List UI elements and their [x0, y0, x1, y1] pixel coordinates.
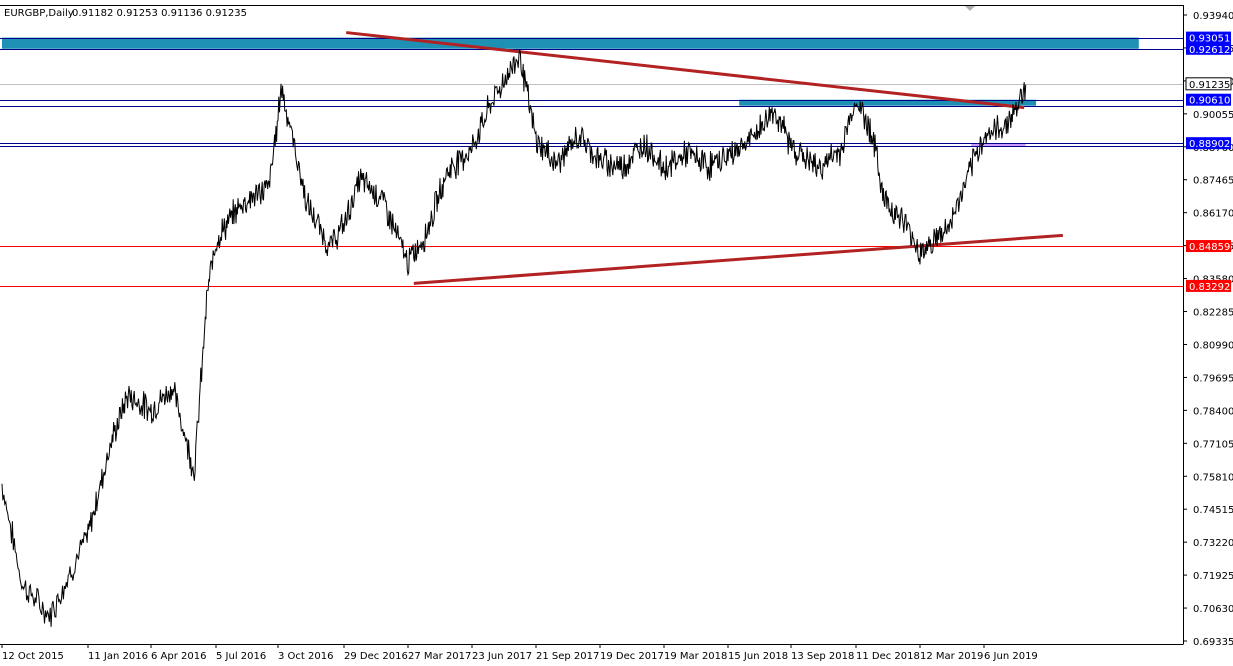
price-tag-7: 0.83292 [1189, 282, 1230, 293]
ohlc-values: 0.91182 0.91253 0.91136 0.91235 [72, 8, 247, 19]
y-tick-label: 0.79695 [1193, 373, 1233, 384]
x-tick-label: 6 Jun 2019 [984, 651, 1038, 662]
x-tick-label: 21 Sep 2017 [536, 651, 599, 662]
x-tick-label: 3 Oct 2016 [278, 651, 333, 662]
current-price-tag: 0.91235 [1189, 80, 1230, 91]
x-tick-label: 27 Mar 2017 [408, 651, 471, 662]
y-tick-label: 0.93940 [1193, 11, 1233, 22]
price-tag-1: 0.92612 [1189, 45, 1230, 56]
x-tick-label: 6 Apr 2016 [151, 651, 206, 662]
x-tick-label: 12 Oct 2015 [2, 651, 64, 662]
y-tick-label: 0.82285 [1193, 308, 1233, 319]
y-tick-label: 0.74515 [1193, 505, 1233, 516]
price-tag-2: 0.90610 [1189, 96, 1230, 107]
x-tick-label: 19 Mar 2018 [664, 651, 727, 662]
y-tick-label: 0.71925 [1193, 571, 1233, 582]
plot-background [0, 0, 1233, 666]
y-tick-label: 0.70630 [1193, 604, 1233, 615]
x-tick-label: 15 Jun 2018 [728, 651, 788, 662]
y-tick-label: 0.86170 [1193, 209, 1233, 220]
y-tick-label: 0.87465 [1193, 176, 1233, 187]
y-tick-label: 0.78400 [1193, 406, 1233, 417]
symbol-label: EURGBP,Daily [4, 8, 74, 19]
chart-canvas: 0.939400.926450.913500.900550.887600.874… [0, 0, 1233, 666]
x-tick-label: 19 Dec 2017 [600, 651, 664, 662]
y-tick-label: 0.80990 [1193, 340, 1233, 351]
x-tick-label: 5 Jul 2016 [216, 651, 266, 662]
x-tick-label: 29 Dec 2016 [344, 651, 408, 662]
x-tick-label: 13 Sep 2018 [791, 651, 854, 662]
x-tick-label: 23 Jun 2017 [472, 651, 532, 662]
price-tag-6: 0.84859 [1189, 242, 1230, 253]
x-tick-label: 12 Mar 2019 [920, 651, 983, 662]
y-tick-label: 0.77105 [1193, 439, 1233, 450]
x-tick-label: 11 Dec 2018 [856, 651, 920, 662]
y-tick-label: 0.73220 [1193, 538, 1233, 549]
y-tick-label: 0.90055 [1193, 110, 1233, 121]
x-tick-label: 11 Jan 2016 [88, 651, 148, 662]
zone-rect-0 [2, 37, 1139, 49]
y-tick-label: 0.75810 [1193, 472, 1233, 483]
y-tick-label: 0.69335 [1193, 637, 1233, 648]
price-tag-4: 0.88902 [1189, 139, 1230, 150]
